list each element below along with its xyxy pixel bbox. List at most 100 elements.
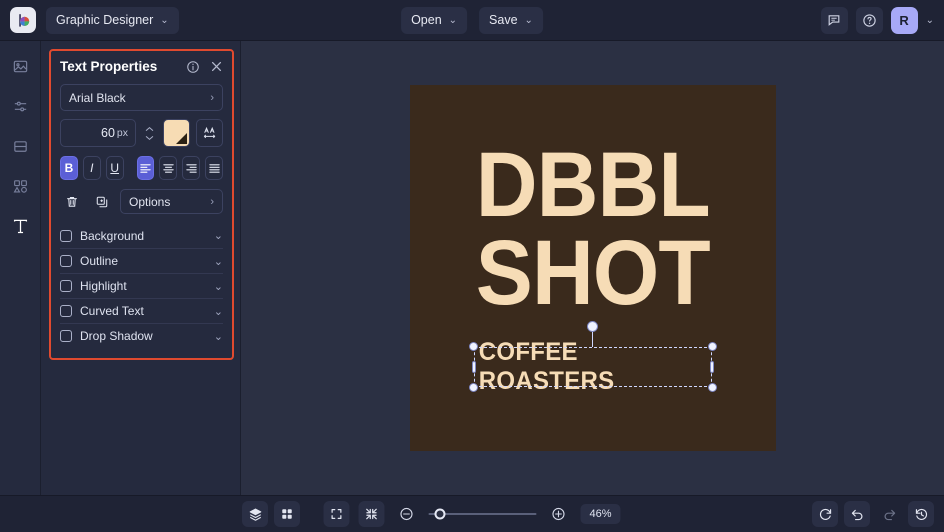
zoom-in-icon[interactable] xyxy=(545,501,571,527)
font-size-unit: px xyxy=(116,127,128,139)
artboard-headline-line2[interactable]: SHOT xyxy=(476,226,711,318)
top-header: Graphic Designer ⌄ Open ⌄ Save ⌄ R ⌄ xyxy=(0,0,944,41)
redo-icon[interactable] xyxy=(876,501,902,527)
resize-handle-middle-left[interactable] xyxy=(471,361,476,373)
accordion-curved-text[interactable]: Curved Text ⌄ xyxy=(60,298,223,323)
comment-icon[interactable] xyxy=(820,6,848,34)
chevron-down-icon: ⌄ xyxy=(213,255,223,268)
left-tool-rail xyxy=(0,41,41,495)
bottom-toolbar: 46% xyxy=(0,495,944,532)
panel-header: Text Properties xyxy=(60,59,223,74)
accordion-label: Highlight xyxy=(80,279,127,293)
undo-icon[interactable] xyxy=(844,501,870,527)
resize-handle-bottom-left[interactable] xyxy=(468,383,478,392)
options-label: Options xyxy=(129,194,171,209)
effects-accordion-list: Background ⌄ Outline ⌄ Highlight ⌄ Curve… xyxy=(60,223,223,348)
chevron-down-icon: ⌄ xyxy=(213,280,223,293)
chevron-down-icon: ⌄ xyxy=(213,305,223,318)
font-size-value: 60 xyxy=(101,126,115,140)
fit-to-screen-icon[interactable] xyxy=(323,501,350,527)
options-button[interactable]: Options › xyxy=(120,189,223,214)
align-right-button[interactable] xyxy=(182,156,201,180)
letter-spacing-icon[interactable] xyxy=(196,119,223,147)
duplicate-icon[interactable] xyxy=(90,189,114,214)
sidebar-item-adjustments[interactable] xyxy=(5,91,35,121)
page-title: Text Properties xyxy=(60,59,158,74)
save-button[interactable]: Save ⌄ xyxy=(479,6,543,34)
align-center-button[interactable] xyxy=(159,156,178,180)
chevron-down-icon: ⌄ xyxy=(160,14,169,26)
text-format-row: B I U xyxy=(60,156,224,180)
text-properties-panel: Text Properties Arial Black › 60 px B I … xyxy=(49,49,234,360)
chevron-down-icon: ⌄ xyxy=(448,14,458,26)
outline-checkbox[interactable] xyxy=(60,255,72,267)
drop-shadow-checkbox[interactable] xyxy=(60,330,72,342)
help-circle-icon[interactable] xyxy=(855,6,883,34)
selection-outline xyxy=(473,347,712,387)
sidebar-item-image[interactable] xyxy=(5,51,35,81)
font-size-stepper[interactable] xyxy=(142,119,157,147)
avatar-chevron-down-icon[interactable]: ⌄ xyxy=(926,15,934,26)
accordion-highlight[interactable]: Highlight ⌄ xyxy=(60,273,223,298)
zoom-slider[interactable] xyxy=(428,508,537,520)
artboard-headline-line1[interactable]: DBBL xyxy=(476,139,711,231)
panel-header-icons xyxy=(186,60,223,74)
canvas-area[interactable]: DBBL SHOT COFFEE ROASTERS xyxy=(241,41,944,495)
grid-icon[interactable] xyxy=(274,501,300,527)
app-logo-icon[interactable] xyxy=(10,7,36,33)
selected-text-object[interactable]: COFFEE ROASTERS xyxy=(468,321,717,395)
accordion-background[interactable]: Background ⌄ xyxy=(60,223,223,248)
properties-panel-wrap: Text Properties Arial Black › 60 px B I … xyxy=(41,41,241,495)
layers-icon[interactable] xyxy=(242,501,268,527)
accordion-drop-shadow[interactable]: Drop Shadow ⌄ xyxy=(60,323,223,348)
sidebar-item-shapes[interactable] xyxy=(5,171,35,201)
font-size-input[interactable]: 60 px xyxy=(60,119,136,147)
avatar-initial: R xyxy=(899,12,909,28)
font-family-value: Arial Black xyxy=(69,90,126,105)
accordion-outline[interactable]: Outline ⌄ xyxy=(60,248,223,273)
font-family-select[interactable]: Arial Black › xyxy=(60,84,223,111)
trash-icon[interactable] xyxy=(60,189,84,214)
footer-left-actions xyxy=(242,501,300,527)
resize-handle-top-left[interactable] xyxy=(468,342,478,351)
accordion-label: Curved Text xyxy=(80,304,144,318)
chevron-right-icon: › xyxy=(210,91,214,104)
text-color-swatch[interactable] xyxy=(163,119,190,147)
chevron-right-icon: › xyxy=(210,195,214,208)
history-icon[interactable] xyxy=(908,501,934,527)
zoom-slider-knob[interactable] xyxy=(434,508,446,520)
italic-button[interactable]: I xyxy=(82,156,101,180)
info-circle-icon[interactable] xyxy=(186,60,200,74)
background-checkbox[interactable] xyxy=(60,229,72,242)
zoom-out-icon[interactable] xyxy=(393,501,419,527)
artboard[interactable]: DBBL SHOT COFFEE ROASTERS xyxy=(409,85,776,451)
document-name-chip[interactable]: Graphic Designer ⌄ xyxy=(46,6,179,34)
reset-icon[interactable] xyxy=(812,501,838,527)
underline-button[interactable]: U xyxy=(105,156,124,180)
avatar[interactable]: R xyxy=(890,6,918,34)
sidebar-item-text[interactable] xyxy=(5,211,35,241)
chevron-down-icon: ⌄ xyxy=(213,330,223,343)
document-name-label: Graphic Designer xyxy=(56,13,154,27)
footer-right-actions xyxy=(812,501,934,527)
font-size-row: 60 px xyxy=(60,119,223,147)
resize-handle-middle-right[interactable] xyxy=(709,361,714,373)
close-icon[interactable] xyxy=(210,60,223,73)
header-center-actions: Open ⌄ Save ⌄ xyxy=(401,6,543,34)
zoom-percent-label[interactable]: 46% xyxy=(580,504,621,524)
align-left-button[interactable] xyxy=(136,156,155,180)
shrink-to-selection-icon[interactable] xyxy=(358,501,385,527)
align-justify-button[interactable] xyxy=(205,156,224,180)
curved-text-checkbox[interactable] xyxy=(60,305,72,317)
text-actions-row: Options › xyxy=(60,189,223,214)
rotate-handle[interactable] xyxy=(587,321,598,332)
zoom-controls: 46% xyxy=(323,501,621,527)
highlight-checkbox[interactable] xyxy=(60,280,72,292)
sidebar-item-layout[interactable] xyxy=(5,131,35,161)
open-button[interactable]: Open ⌄ xyxy=(401,6,468,34)
resize-handle-bottom-right[interactable] xyxy=(707,383,717,392)
resize-handle-top-right[interactable] xyxy=(707,342,717,351)
save-button-label: Save xyxy=(489,13,518,27)
app-window: Graphic Designer ⌄ Open ⌄ Save ⌄ R ⌄ Tex… xyxy=(0,0,944,532)
bold-button[interactable]: B xyxy=(60,156,78,180)
